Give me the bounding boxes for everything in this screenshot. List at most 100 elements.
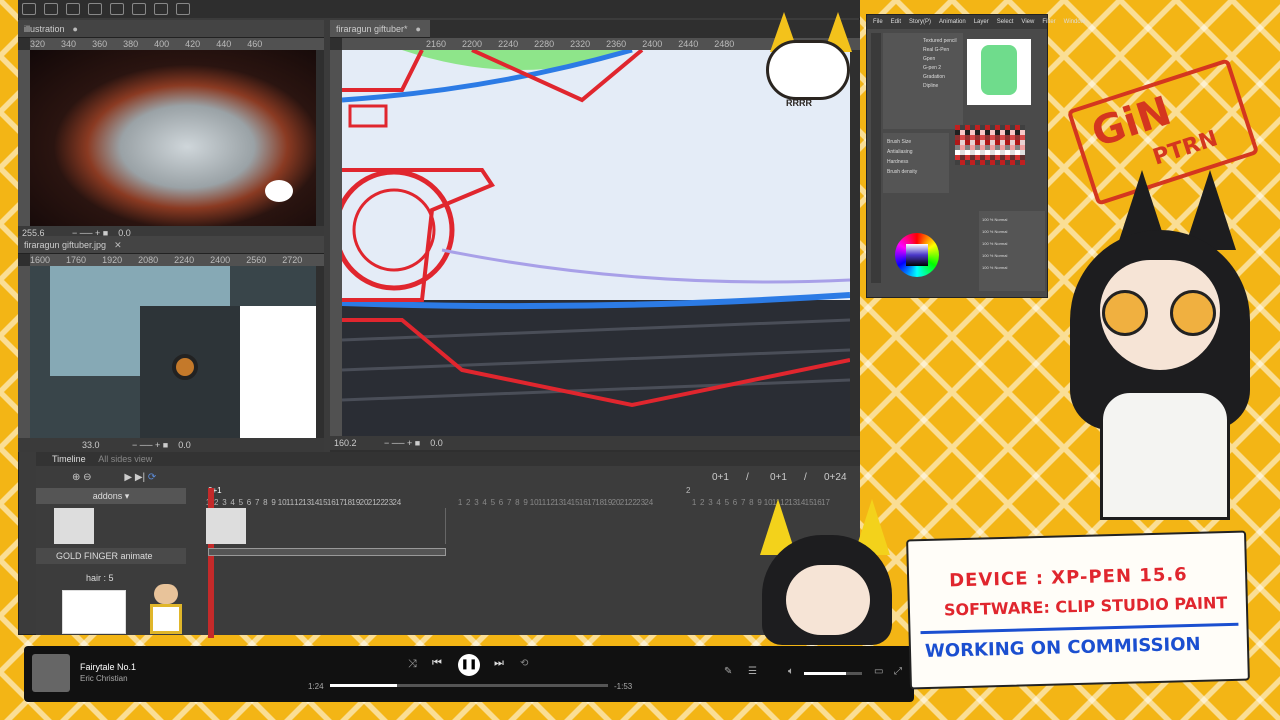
frame-number[interactable]: 3 [472,498,480,507]
next-frame-button[interactable]: ▶| [135,472,145,483]
frame-number[interactable]: 20 [360,498,369,507]
save-icon[interactable] [66,3,80,15]
frame-number[interactable]: 23 [384,498,393,507]
menu-window[interactable]: Window [1064,19,1085,25]
frame-number[interactable]: 14 [562,498,571,507]
previous-icon[interactable]: ⏮ [432,657,442,670]
frame-number[interactable]: 11 [286,498,294,507]
zoom-in-icon[interactable]: ⊕ [72,472,80,483]
menu-filter[interactable]: Filter [1042,19,1055,25]
volume-icon[interactable]: 🔈︎ [788,666,794,677]
frame-number[interactable]: 7 [505,498,513,507]
frame-number[interactable]: 8 [513,498,521,507]
undo-icon[interactable] [88,3,102,15]
frame-number[interactable]: 11 [538,498,546,507]
frame-number[interactable]: 18 [595,498,604,507]
tool-strip[interactable] [871,33,881,283]
frame-number[interactable]: 12 [546,498,555,507]
frame-number[interactable]: 4 [481,498,489,507]
track-gold-finger[interactable]: GOLD FINGER animate [36,548,186,564]
frame-number[interactable]: 20 [612,498,621,507]
frame-number[interactable]: 2 [464,498,472,507]
brush-list[interactable]: Textured pencil Real G-Pen Gpen G-pen 2 Grad… [883,33,963,129]
frame-number[interactable]: 19 [351,498,360,507]
track-artist[interactable]: Eric Christian [80,674,128,683]
menu-edit[interactable]: Edit [891,19,901,25]
frame-number[interactable]: 16 [579,498,588,507]
frame-number[interactable]: 9 [522,498,530,507]
frame-number[interactable]: 14 [310,498,319,507]
swatch[interactable] [1020,160,1025,165]
frame-number[interactable]: 19 [603,498,612,507]
tab-reference[interactable]: firaragun giftuber.jpg ✕ [18,236,324,254]
frame-number[interactable]: 7 [253,498,261,507]
layer-list[interactable]: 100 % Normal 100 % Normal 100 % Normal 100 … [979,211,1045,291]
frame-number[interactable]: 22 [628,498,637,507]
new-file-icon[interactable] [22,3,36,15]
menu-view[interactable]: View [1021,19,1034,25]
frame-number[interactable]: 5 [489,498,497,507]
color-history[interactable] [955,125,1025,165]
frame-number[interactable]: 8 [261,498,269,507]
frame-number[interactable]: 24 [392,498,401,507]
play-button[interactable]: ▶ [124,472,132,483]
frame-number[interactable]: 3 [706,498,714,507]
frame-number[interactable]: 12 [294,498,303,507]
frame-number[interactable]: 15 [319,498,328,507]
frame-number[interactable]: 9 [270,498,278,507]
next-icon[interactable]: ⏭ [494,657,504,670]
track-title[interactable]: Fairytale No.1 [80,662,136,672]
frame-number[interactable]: 15 [571,498,580,507]
frame-number[interactable]: 5 [237,498,245,507]
open-icon[interactable] [44,3,58,15]
tab-illustration[interactable]: illustration ● [18,20,324,38]
fullscreen-icon[interactable]: ⤢ [894,666,902,677]
frame-number[interactable]: 21 [620,498,629,507]
reference-canvas[interactable] [30,266,316,438]
frame-number[interactable]: 4 [229,498,237,507]
settings-icon[interactable] [154,3,168,15]
menu-layer[interactable]: Layer [974,19,989,25]
frame-number[interactable]: 2 [698,498,706,507]
frame-number[interactable]: 10 [530,498,539,507]
zoom-out-icon[interactable]: ⊖ [83,472,91,483]
menu-animation[interactable]: Animation [939,19,966,25]
frame-number[interactable]: 22 [376,498,385,507]
frame-number[interactable]: 18 [343,498,352,507]
frame-number[interactable]: 5 [723,498,731,507]
frame-number[interactable]: 6 [497,498,505,507]
illustration-canvas[interactable] [30,50,316,226]
frame-number[interactable]: 17 [335,498,344,507]
frame-number[interactable]: 10 [278,498,287,507]
frame-number[interactable]: 1 [690,498,698,507]
all-sides-toggle[interactable]: All sides view [98,454,152,464]
album-art[interactable] [32,654,70,692]
frame-number[interactable]: 6 [245,498,253,507]
tool-property[interactable]: Brush Size Antialiasing Hardness Brush dens… [883,133,949,193]
frame-number[interactable]: 13 [554,498,563,507]
frame-number[interactable]: 6 [731,498,739,507]
frame-number[interactable]: 17 [587,498,596,507]
frame-number[interactable]: 16 [327,498,336,507]
frame-number[interactable]: 21 [368,498,377,507]
menu-select[interactable]: Select [997,19,1014,25]
track-bar[interactable] [208,548,446,556]
color-wheel[interactable] [895,233,939,277]
menu-file[interactable]: File [873,19,883,25]
volume-slider[interactable] [804,672,862,675]
navigator-thumbnail[interactable] [967,39,1031,105]
frame-number[interactable]: 4 [715,498,723,507]
frame-number[interactable]: 1 [456,498,464,507]
frame-number[interactable]: 3 [220,498,228,507]
frame-number[interactable]: 13 [302,498,311,507]
frame-number[interactable]: 24 [644,498,653,507]
repeat-icon[interactable]: ⟲ [520,658,528,669]
tab-main[interactable]: firaragun giftuber* ● [330,20,430,38]
lyrics-icon[interactable]: ✎ [724,666,732,677]
loop-icon[interactable]: ⟳ [148,472,156,483]
shuffle-icon[interactable]: ⤨ [408,658,417,671]
miniplayer-icon[interactable]: ▭ [874,666,883,677]
frame-number[interactable]: 23 [636,498,645,507]
track-dropdown[interactable]: addons ▾ [36,488,186,504]
redo-icon[interactable] [110,3,124,15]
